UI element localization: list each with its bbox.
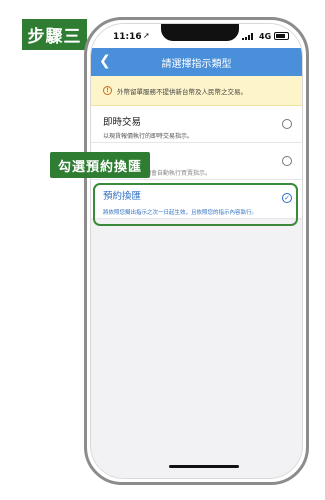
phone-notch — [161, 24, 239, 41]
step-badge: 步驟三 — [22, 19, 87, 50]
option-instant-trade[interactable]: 即時交易 以現貨報價執行的即時交易指示。 — [91, 106, 302, 143]
home-indicator — [169, 465, 239, 468]
empty-content-area — [91, 217, 302, 478]
radio-button[interactable] — [282, 119, 292, 129]
status-bar: 11:16 ➚ 4G — [91, 24, 302, 48]
option-title: 即時交易 — [103, 117, 142, 128]
highlight-box — [93, 183, 298, 226]
option-desc: 以現貨報價執行的即時交易指示。 — [103, 133, 194, 140]
battery-icon — [274, 32, 289, 40]
phone-screen: 11:16 ➚ 4G ❮ 請選擇指示類型 ! 外幣留單服務不提供新台幣及人民幣之… — [90, 23, 303, 479]
notice-banner: ! 外幣留單服務不提供新台幣及人民幣之交易。 — [91, 76, 302, 106]
signal-icon — [242, 33, 256, 40]
radio-button[interactable] — [282, 156, 292, 166]
info-icon: ! — [103, 86, 112, 95]
status-time: 11:16 — [113, 32, 142, 42]
notice-text: 外幣留單服務不提供新台幣及人民幣之交易。 — [117, 87, 247, 96]
phone-frame: 11:16 ➚ 4G ❮ 請選擇指示類型 ! 外幣留單服務不提供新台幣及人民幣之… — [84, 17, 309, 485]
callout-label: 勾選預約換匯 — [50, 152, 150, 178]
location-arrow-icon: ➚ — [143, 31, 150, 40]
nav-bar: ❮ 請選擇指示類型 — [91, 48, 302, 76]
network-label: 4G — [259, 32, 272, 41]
screenshot-canvas: 步驟三 11:16 ➚ 4G ❮ 請選擇指示類型 ! 外幣留單服務不提供新台幣及… — [0, 0, 325, 500]
chevron-left-icon[interactable]: ❮ — [99, 53, 113, 69]
page-title: 請選擇指示類型 — [161, 58, 232, 70]
